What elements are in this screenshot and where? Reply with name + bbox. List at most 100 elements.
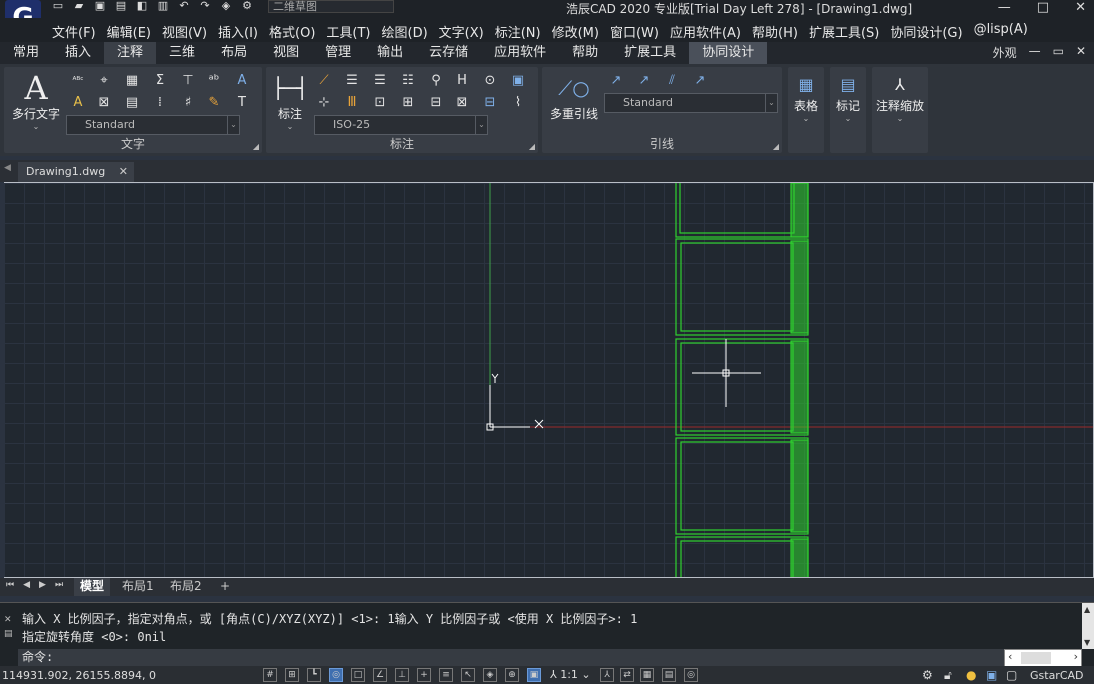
- tab-3d[interactable]: 三维: [156, 42, 208, 64]
- scroll-thumb[interactable]: [1021, 652, 1051, 664]
- scroll-right-icon[interactable]: ›: [1074, 650, 1078, 663]
- dim-aligned-icon[interactable]: ⟋: [316, 73, 332, 89]
- menu-view[interactable]: 视图(V): [162, 22, 207, 41]
- tab-extensions[interactable]: 扩展工具: [611, 42, 689, 64]
- menu-text[interactable]: 文字(X): [439, 22, 484, 41]
- drawing-canvas[interactable]: [4, 182, 1094, 578]
- first-layout-icon[interactable]: ⏮: [6, 580, 14, 590]
- scroll-down-icon[interactable]: ▼: [1084, 638, 1090, 647]
- table-button[interactable]: ▦ 表格 ⌄: [788, 73, 824, 123]
- menu-window[interactable]: 窗口(W): [610, 22, 659, 41]
- annotation-scale-status[interactable]: ⅄ 1:1 ⌄: [550, 668, 591, 681]
- menu-insert[interactable]: 插入(I): [218, 22, 258, 41]
- panel-launcher-icon[interactable]: ◢: [529, 142, 535, 151]
- find-text-icon[interactable]: ⌖: [96, 73, 112, 89]
- text-mask-icon[interactable]: A: [70, 95, 86, 111]
- text-style-icon[interactable]: ᵃᵇ: [206, 73, 222, 89]
- dim-baseline-icon[interactable]: ☰: [344, 73, 360, 89]
- leader-style-combo[interactable]: Standard ⌄: [604, 93, 778, 113]
- annotation-visibility-icon[interactable]: ⅄: [600, 668, 614, 682]
- add-layout-button[interactable]: +: [214, 578, 236, 596]
- layout-tab-model[interactable]: 模型: [74, 578, 111, 596]
- dim-style-combo[interactable]: ISO-25 ⌄: [314, 115, 488, 135]
- tab-view[interactable]: 视图: [260, 42, 312, 64]
- tab-annotate[interactable]: 注释: [104, 42, 157, 64]
- dim-continue-icon[interactable]: ☰: [372, 73, 388, 89]
- tab-help[interactable]: 帮助: [559, 42, 611, 64]
- undo-icon[interactable]: ↶: [178, 0, 190, 12]
- tab-apps[interactable]: 应用软件: [481, 42, 559, 64]
- paste-text-icon[interactable]: ▦: [124, 73, 140, 89]
- convert-icon[interactable]: ♯: [180, 95, 196, 111]
- dim-reassoc-icon[interactable]: ⊟: [482, 95, 498, 111]
- next-layout-icon[interactable]: ▶: [39, 580, 46, 590]
- model-space-icon[interactable]: ◈: [483, 668, 497, 682]
- tab-scroll-left-icon[interactable]: ◀: [4, 163, 11, 173]
- brush-icon[interactable]: ✎: [206, 95, 222, 111]
- maximize-button[interactable]: □: [1037, 0, 1049, 15]
- tab-layout[interactable]: 布局: [208, 42, 260, 64]
- dyn-icon[interactable]: +: [417, 668, 431, 682]
- collect-leader-icon[interactable]: ↗: [692, 73, 708, 89]
- text-frame-icon[interactable]: ⊠: [96, 95, 112, 111]
- appearance-menu[interactable]: 外观: [993, 44, 1017, 61]
- hardware-accel-icon[interactable]: ▣: [986, 668, 997, 682]
- dim-space-icon[interactable]: ☷: [400, 73, 416, 89]
- close-button[interactable]: ✕: [1075, 0, 1086, 15]
- text-edit-icon[interactable]: A: [234, 73, 250, 89]
- scroll-up-icon[interactable]: ▲: [1084, 605, 1090, 614]
- workspace-switch-icon[interactable]: ▦: [640, 668, 654, 682]
- menu-help[interactable]: 帮助(H): [752, 22, 798, 41]
- dimension-button[interactable]: ├─┤ 标注 ⌄: [270, 71, 310, 131]
- lineweight-icon[interactable]: ≡: [439, 668, 453, 682]
- add-leader-icon[interactable]: ↗: [608, 73, 624, 89]
- viewport-icon[interactable]: ▣: [527, 668, 541, 682]
- ribbon-close-icon[interactable]: ✕: [1076, 44, 1086, 61]
- dim-inspect-icon[interactable]: ▣: [510, 73, 526, 89]
- ducs-icon[interactable]: ⊥: [395, 668, 409, 682]
- remove-leader-icon[interactable]: ↗: [636, 73, 652, 89]
- layout-tab-1[interactable]: 布局1: [116, 578, 160, 596]
- dim-update-icon[interactable]: ⊞: [400, 95, 416, 111]
- ortho-icon[interactable]: ┗: [307, 668, 321, 682]
- dim-override-icon[interactable]: ⊡: [372, 95, 388, 111]
- menu-extensions[interactable]: 扩展工具(S): [809, 22, 879, 41]
- isolate-icon[interactable]: ◎: [684, 668, 698, 682]
- menu-lisp[interactable]: @lisp(A): [974, 22, 1028, 41]
- scroll-left-icon[interactable]: ‹: [1008, 650, 1012, 663]
- menu-file[interactable]: 文件(F): [52, 22, 96, 41]
- dim-ordinate-icon[interactable]: ⊹: [316, 95, 332, 111]
- document-tab[interactable]: Drawing1.dwg ✕: [18, 162, 134, 182]
- markup-button[interactable]: ▤ 标记 ⌄: [830, 73, 866, 123]
- sum-icon[interactable]: Σ: [152, 73, 168, 89]
- minimize-button[interactable]: —: [998, 0, 1011, 15]
- menu-dimension[interactable]: 标注(N): [495, 22, 541, 41]
- lightbulb-icon[interactable]: ●: [966, 668, 976, 682]
- zoom-icon[interactable]: ⊕: [505, 668, 519, 682]
- open-icon[interactable]: ▰: [73, 0, 85, 12]
- menu-format[interactable]: 格式(O): [269, 22, 315, 41]
- tab-insert[interactable]: 插入: [52, 42, 104, 64]
- panel-launcher-icon[interactable]: ◢: [253, 142, 259, 151]
- save-icon[interactable]: ▣: [94, 0, 106, 12]
- arrange-icon[interactable]: ⁞: [152, 95, 168, 111]
- grid-icon[interactable]: #: [263, 668, 277, 682]
- panel-launcher-icon[interactable]: ◢: [773, 142, 779, 151]
- osnap-icon[interactable]: □: [351, 668, 365, 682]
- prev-layout-icon[interactable]: ◀: [23, 580, 30, 590]
- tab-collab[interactable]: 协同设计: [689, 42, 768, 64]
- annotation-scale-button[interactable]: ⅄ 注释缩放 ⌄: [872, 73, 928, 123]
- dim-jogged-icon[interactable]: H: [454, 73, 470, 89]
- command-window-handle[interactable]: ✕ ▤: [4, 613, 13, 641]
- snap-icon[interactable]: ⊞: [285, 668, 299, 682]
- save-as-icon[interactable]: ▤: [115, 0, 127, 12]
- menu-collab[interactable]: 协同设计(G): [890, 22, 962, 41]
- workspace-select[interactable]: 二维草图: [268, 0, 394, 13]
- dim-center-icon[interactable]: ⊙: [482, 73, 498, 89]
- selection-icon[interactable]: ↖: [461, 668, 475, 682]
- menu-modify[interactable]: 修改(M): [552, 22, 599, 41]
- dim-jogline-icon[interactable]: ⌇: [510, 95, 526, 111]
- dim-text-angle-icon[interactable]: ⊠: [454, 95, 470, 111]
- spell-check-icon[interactable]: ᴬᴮᶜ: [70, 73, 86, 89]
- align-leader-icon[interactable]: ⫽: [664, 73, 680, 89]
